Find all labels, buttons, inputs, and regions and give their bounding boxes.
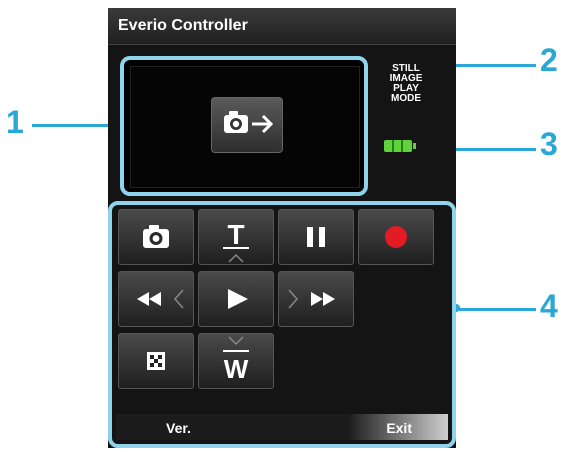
battery-icon <box>384 140 416 152</box>
wide-zoom-icon: W <box>223 336 249 384</box>
callout-4: 4 <box>540 288 558 324</box>
control-panel: T W Ver. Exit <box>108 201 456 448</box>
play-button[interactable] <box>198 271 274 327</box>
everio-controller-screen: Everio Controller STILL IMAGE PLAY MODE <box>108 8 456 448</box>
callout-1: 1 <box>6 104 24 140</box>
bottom-bar: Ver. Exit <box>116 414 448 440</box>
callout-2: 2 <box>540 42 558 78</box>
mode-label-line: MODE <box>391 93 421 104</box>
title-bar: Everio Controller <box>108 8 456 45</box>
exit-button[interactable]: Exit <box>386 420 412 436</box>
snapshot-button[interactable] <box>118 209 194 265</box>
play-icon <box>228 289 248 309</box>
version-button[interactable]: Ver. <box>166 420 191 436</box>
svg-text:T: T <box>227 219 244 250</box>
mode-switch-button[interactable] <box>211 97 283 153</box>
svg-text:W: W <box>224 354 249 384</box>
rewind-icon <box>137 289 184 309</box>
app-title: Everio Controller <box>118 17 248 34</box>
callout-1-leader <box>32 124 120 127</box>
fast-forward-icon <box>288 289 335 309</box>
index-button[interactable] <box>118 333 194 389</box>
callout-3: 3 <box>540 126 558 162</box>
pause-button[interactable] <box>278 209 354 265</box>
record-button[interactable] <box>358 209 434 265</box>
mode-label: STILL IMAGE PLAY MODE <box>376 64 436 104</box>
zoom-wide-button[interactable]: W <box>198 333 274 389</box>
callout-4-leader <box>456 308 536 311</box>
camera-to-arrow-icon <box>224 111 274 134</box>
tele-zoom-icon: T <box>223 219 249 263</box>
pause-icon <box>307 227 325 247</box>
preview-inner <box>130 66 360 188</box>
rewind-button[interactable] <box>118 271 194 327</box>
record-icon <box>385 226 407 248</box>
camera-icon <box>143 225 169 248</box>
preview-area <box>120 56 368 196</box>
fast-forward-button[interactable] <box>278 271 354 327</box>
index-icon <box>147 352 165 370</box>
zoom-tele-button[interactable]: T <box>198 209 274 265</box>
